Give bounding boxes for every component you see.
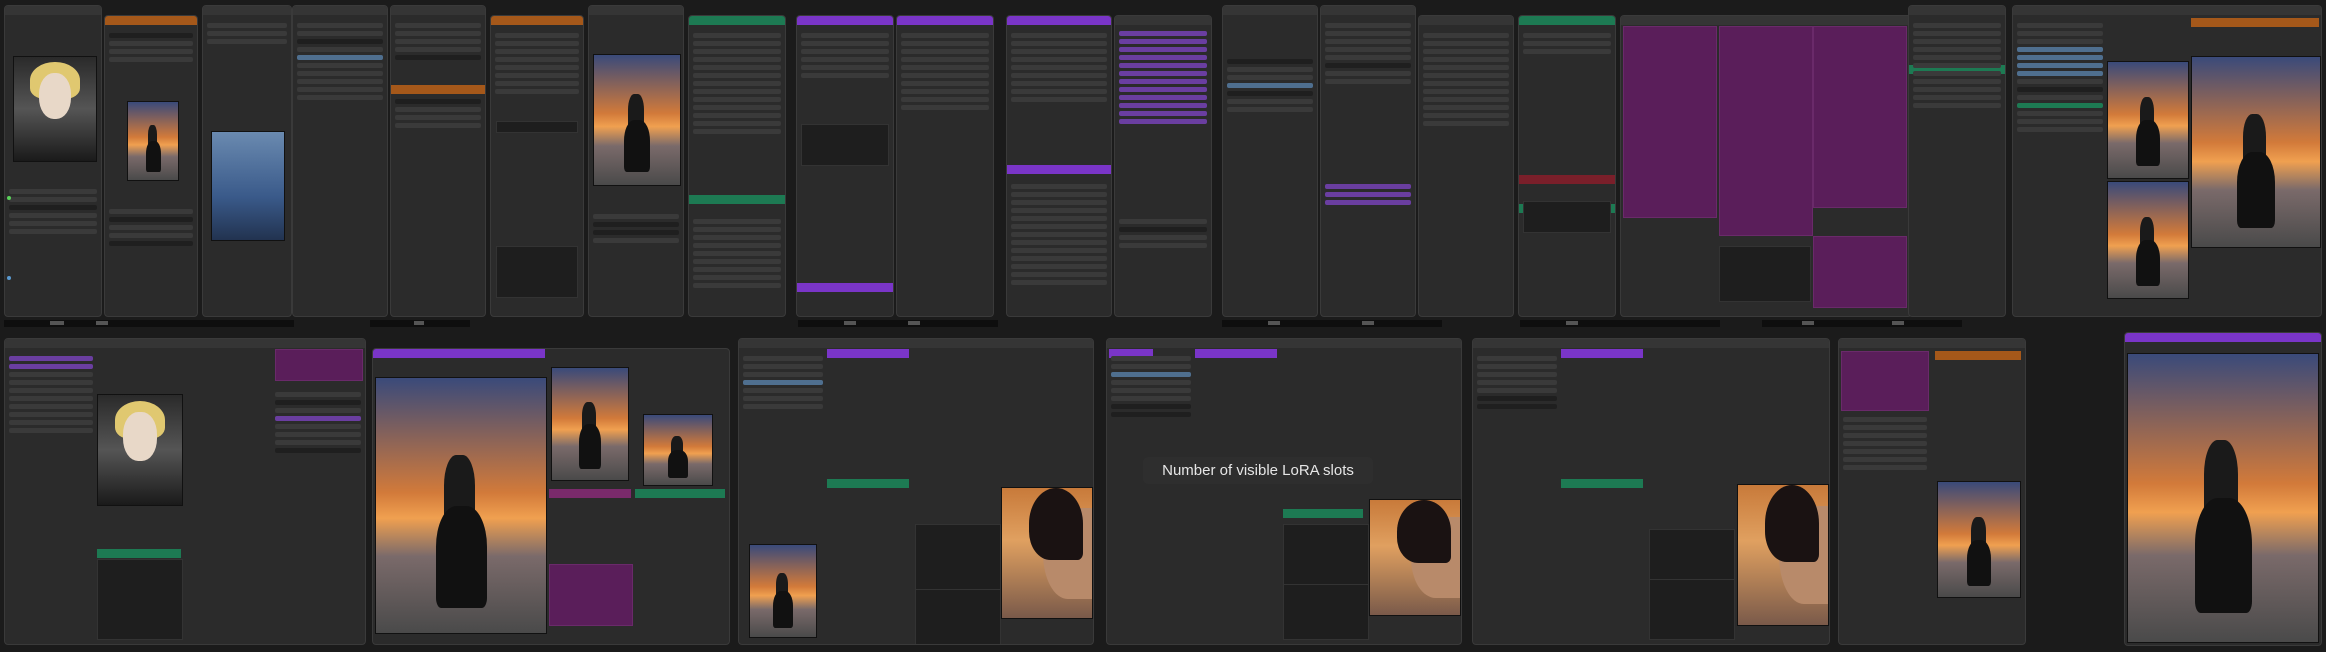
- workflow-canvas[interactable]: Number of visible LoRA slots: [0, 0, 2326, 652]
- motorcycle-thumb-2: [643, 414, 713, 486]
- node-settings-a[interactable]: [292, 5, 388, 317]
- node-group-portrait[interactable]: [4, 338, 366, 645]
- node-group-portrait-b[interactable]: [1106, 338, 1462, 645]
- portrait-preview-image: [13, 56, 97, 162]
- node-conditioning[interactable]: [1222, 5, 1318, 317]
- node-load-image-blue[interactable]: [202, 5, 292, 317]
- node-group-motorcycle-large[interactable]: [372, 348, 730, 645]
- node-lora-stack-c[interactable]: [1006, 15, 1112, 317]
- node-lora-stack-a[interactable]: [796, 15, 894, 317]
- node-final-output[interactable]: [2124, 332, 2322, 646]
- final-output-image: [2127, 353, 2319, 643]
- portrait-asian-2: [1369, 499, 1461, 616]
- portrait-preview-image-2: [97, 394, 183, 506]
- node-lora-stack-b[interactable]: [896, 15, 994, 317]
- node-group-portrait-a[interactable]: [738, 338, 1094, 645]
- node-switch[interactable]: [1418, 15, 1514, 317]
- grid-image-large: [2191, 56, 2321, 248]
- node-load-image-motorcycle[interactable]: [104, 15, 198, 317]
- node-lora-list[interactable]: [1114, 15, 1212, 317]
- node-settings-b[interactable]: [390, 5, 486, 317]
- lora-slots-tooltip: Number of visible LoRA slots: [1143, 457, 1373, 484]
- motorcycle-thumb-1: [551, 367, 629, 481]
- portrait-asian-3: [1737, 484, 1829, 626]
- motorcycle-thumb-3: [749, 544, 817, 638]
- node-sampler-a[interactable]: [688, 15, 786, 317]
- node-group-portrait-c[interactable]: [1472, 338, 1830, 645]
- motorcycle-preview-image-2: [593, 54, 681, 186]
- node-load-image-portrait[interactable]: [4, 5, 102, 317]
- portrait-asian-1: [1001, 487, 1093, 619]
- node-output-grid[interactable]: [2012, 5, 2322, 317]
- prompt-textarea[interactable]: [97, 559, 183, 640]
- grid-image-1: [2107, 61, 2189, 179]
- motorcycle-thumb-4: [1937, 481, 2021, 598]
- node-preview-motorcycle-bottom[interactable]: [1838, 338, 2026, 645]
- grid-image-2: [2107, 181, 2189, 299]
- node-preview-motorcycle[interactable]: [588, 5, 684, 317]
- node-prompt-group[interactable]: [1620, 15, 1912, 317]
- blue-preview-image: [211, 131, 285, 241]
- node-text-encode[interactable]: [1320, 5, 1416, 317]
- node-vae-decode[interactable]: [1518, 15, 1616, 317]
- motorcycle-large-image: [375, 377, 547, 634]
- node-image-save[interactable]: [1908, 5, 2006, 317]
- motorcycle-preview-image: [127, 101, 179, 181]
- node-prompt-a[interactable]: [490, 15, 584, 317]
